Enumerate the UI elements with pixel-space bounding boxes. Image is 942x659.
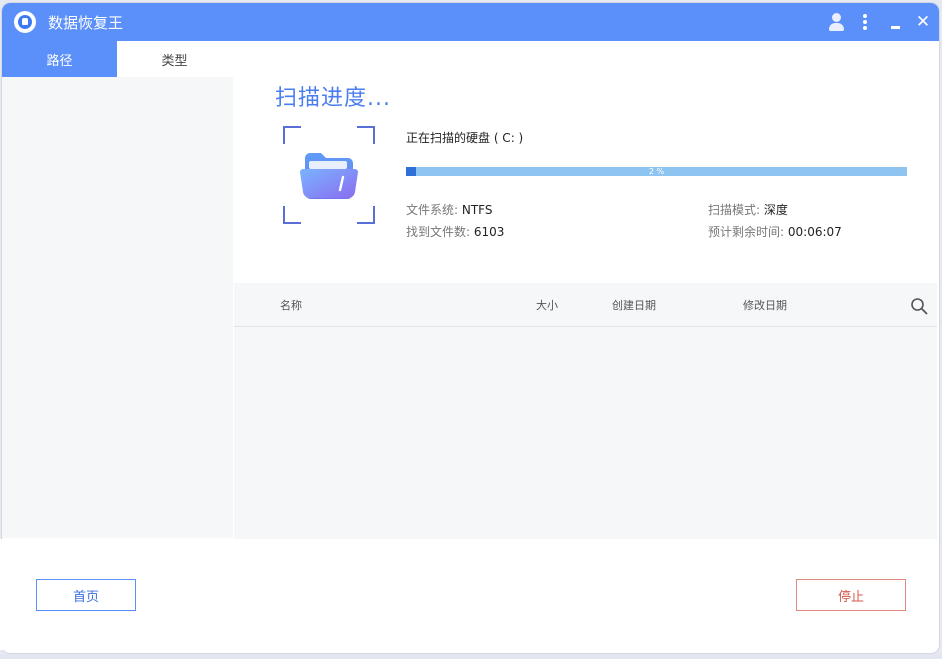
stop-button[interactable]: 停止 xyxy=(796,579,906,611)
folder-icon xyxy=(300,153,358,199)
files-found-info: 找到文件数: 6103 xyxy=(406,225,505,239)
column-size[interactable]: 大小 xyxy=(536,297,558,313)
file-system-info: 文件系统: NTFS xyxy=(406,203,493,217)
file-system-value: NTFS xyxy=(461,203,493,217)
app-title: 数据恢复王 xyxy=(48,14,124,32)
tab-path[interactable]: 路径 xyxy=(2,41,117,77)
column-created-date[interactable]: 创建日期 xyxy=(612,297,656,313)
window-bottom-edge xyxy=(0,654,942,659)
sidebar-path-tree: 路径 类型 xyxy=(2,41,233,538)
files-found-value: 6103 xyxy=(473,225,505,239)
more-vertical-icon[interactable] xyxy=(856,3,874,41)
user-icon[interactable] xyxy=(826,3,848,41)
file-list-header xyxy=(234,283,937,327)
column-name[interactable]: 名称 xyxy=(280,297,302,313)
scanning-drive-label: 正在扫描的硬盘 ( C: ) xyxy=(406,131,524,145)
scan-mode-info: 扫描模式: 深度 xyxy=(708,203,788,217)
scan-progress-title: 扫描进度... xyxy=(275,86,391,111)
search-icon[interactable] xyxy=(910,297,928,315)
title-bar: 数据恢复王 ✕ xyxy=(2,3,939,41)
scan-progress-bar: 2 % xyxy=(406,167,907,176)
column-modified-date[interactable]: 修改日期 xyxy=(743,297,787,313)
close-icon[interactable]: ✕ xyxy=(912,3,934,41)
scan-frame xyxy=(283,126,375,224)
minimize-icon[interactable] xyxy=(885,3,905,41)
app-logo-icon xyxy=(14,11,36,33)
time-left-info: 预计剩余时间: 00:06:07 xyxy=(708,225,842,239)
scan-mode-value: 深度 xyxy=(763,203,788,217)
time-left-value: 00:06:07 xyxy=(787,225,842,239)
tab-bar-spacer xyxy=(232,41,939,77)
home-button[interactable]: 首页 xyxy=(36,579,136,611)
tab-type[interactable]: 类型 xyxy=(117,41,232,77)
file-list xyxy=(234,327,937,539)
scan-progress-text: 2 % xyxy=(648,167,665,176)
